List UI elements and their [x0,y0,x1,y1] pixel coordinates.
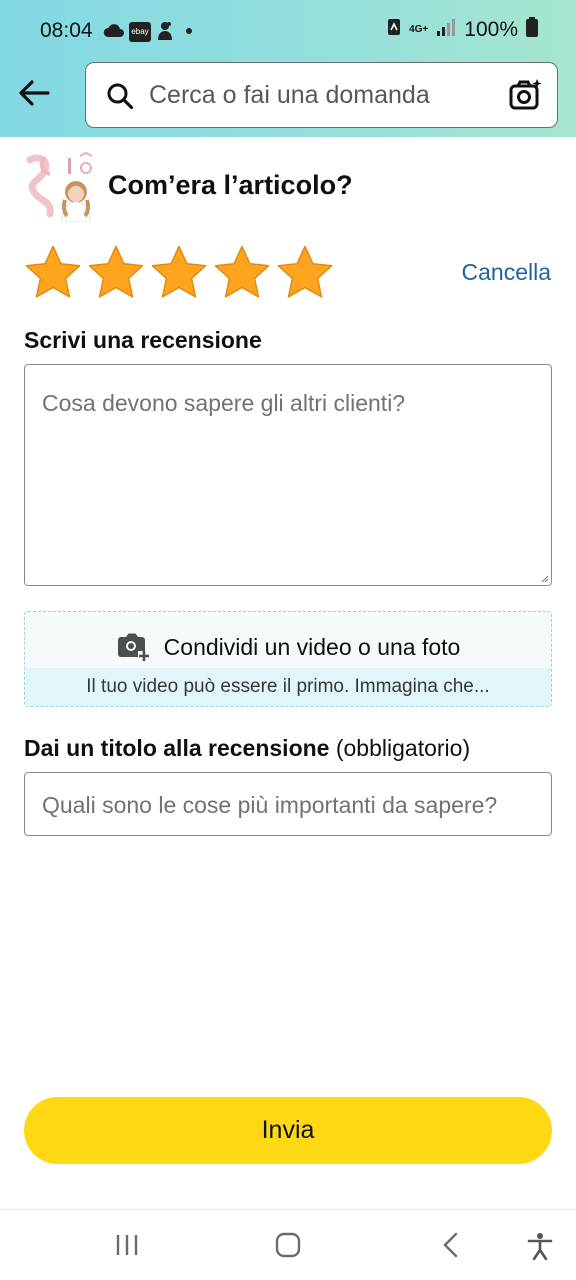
share-media-row: Condividi un video o una foto [25,632,551,662]
arrow-left-icon [19,80,50,106]
network-type: 4G+ [409,24,429,35]
recent-apps-icon [116,1235,138,1255]
review-placeholder: Cosa devono sapere gli altri clienti? [42,390,406,416]
product-header: Com’era l’articolo? [24,151,552,223]
title-placeholder: Quali sono le cose più importanti da sap… [42,792,498,818]
product-thumbnail [24,151,96,223]
more-notifications-dot [186,28,192,34]
share-media-label: Condividi un video o una foto [163,633,461,660]
required-note: (obbligatorio) [335,735,471,761]
back-button[interactable] [16,76,52,110]
status-time: 08:04 [40,19,93,42]
rating-question: Com’era l’articolo? [108,170,353,200]
resize-handle-icon[interactable] [541,575,549,583]
accessibility-icon [527,1233,553,1261]
status-right: 4G+ 100% [387,17,538,43]
star-rating[interactable] [24,244,334,302]
share-media-hint: Il tuo video può essere il primo. Immagi… [25,668,551,706]
ebay-icon: ebay [129,22,151,42]
status-bar: 08:04 ebay 4G+ 100% [0,0,576,62]
battery-percent: 100% [464,18,518,41]
share-media-button[interactable]: Condividi un video o una foto Il tuo vid… [24,611,552,707]
cancel-rating-link[interactable]: Cancella [462,259,552,286]
cloud-icon [103,22,125,43]
title-label-text: Dai un titolo alla recensione [24,735,330,761]
signal-icon [436,18,456,42]
review-textarea[interactable]: Cosa devono sapere gli altri clienti? [24,364,552,586]
search-bar[interactable]: Cerca o fai una domanda [85,62,558,128]
review-label: Scrivi una recensione [24,327,262,353]
chevron-left-icon [443,1232,458,1258]
star-5-icon[interactable] [276,244,334,302]
system-back-button[interactable] [439,1232,465,1263]
camera-add-icon [117,633,149,661]
star-2-icon[interactable] [87,244,145,302]
top-app-bar: 08:04 ebay 4G+ 100% Cerca o fai una doma… [0,0,576,137]
search-icon [106,82,134,115]
accessibility-button[interactable] [526,1232,554,1265]
star-1-icon[interactable] [24,244,82,302]
nfc-icon [387,18,401,42]
star-4-icon[interactable] [213,244,271,302]
notification-app-icon [156,20,174,47]
system-navigation-bar [0,1209,576,1280]
search-placeholder: Cerca o fai una domanda [149,81,430,109]
home-icon [275,1232,301,1258]
battery-icon [526,17,538,43]
review-title-input[interactable]: Quali sono le cose più importanti da sap… [24,772,552,836]
title-label: Dai un titolo alla recensione (obbligato… [24,735,470,762]
visual-search-camera-icon[interactable] [509,78,543,117]
star-3-icon[interactable] [150,244,208,302]
submit-button[interactable]: Invia [24,1097,552,1164]
recent-apps-button[interactable] [114,1232,140,1263]
home-button[interactable] [275,1232,301,1263]
